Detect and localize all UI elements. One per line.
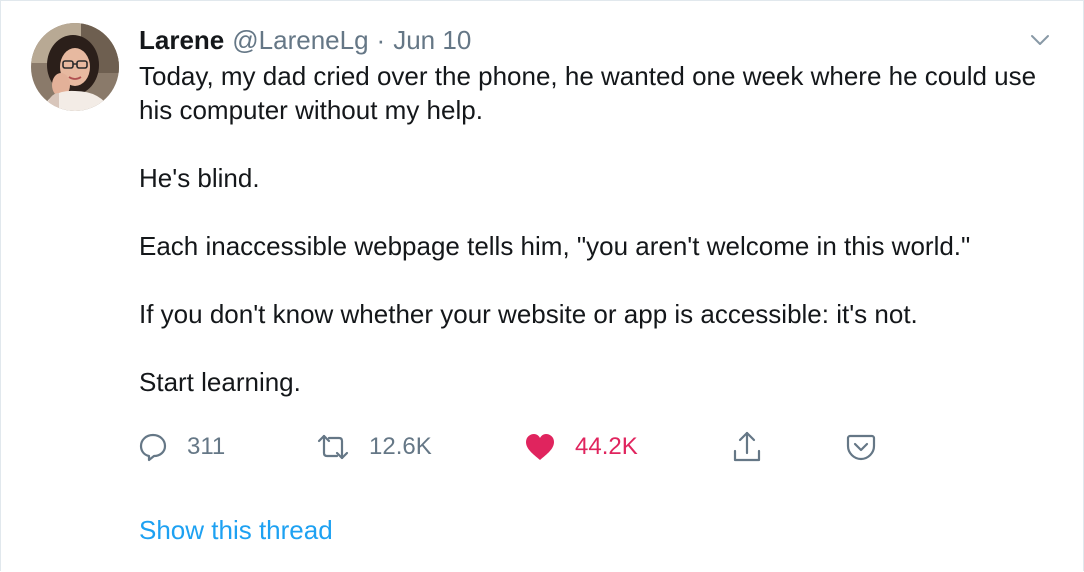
author-handle[interactable]: @LareneLg <box>232 25 368 56</box>
tweet-paragraph: He's blind. <box>139 163 260 193</box>
tweet-text: Today, my dad cried over the phone, he w… <box>139 59 1059 399</box>
avatar[interactable] <box>31 23 119 111</box>
save-to-pocket-button[interactable] <box>845 429 877 465</box>
separator-dot: · <box>376 24 386 55</box>
share-icon <box>733 431 761 462</box>
reply-icon <box>139 433 167 462</box>
chevron-down-icon <box>1031 35 1049 45</box>
heart-icon <box>526 434 554 460</box>
reply-button[interactable]: 311 <box>137 429 225 465</box>
retweet-icon <box>317 434 349 460</box>
more-options-caret[interactable] <box>1025 27 1055 53</box>
like-button[interactable]: 44.2K <box>523 429 638 465</box>
tweet-date[interactable]: Jun 10 <box>393 25 471 56</box>
share-button[interactable] <box>731 429 763 465</box>
tweet-header: Larene @LareneLg · Jun 10 <box>139 23 471 57</box>
tweet-paragraph: Each inaccessible webpage tells him, "yo… <box>139 231 971 261</box>
action-bar: 311 12.6K 44.2K <box>137 429 897 465</box>
show-thread-link[interactable]: Show this thread <box>139 515 333 546</box>
reply-count: 311 <box>187 433 226 460</box>
retweet-button[interactable]: 12.6K <box>315 429 432 465</box>
tweet-paragraph: Start learning. <box>139 367 301 397</box>
like-count: 44.2K <box>575 433 638 460</box>
tweet-card: Larene @LareneLg · Jun 10 Today, my dad … <box>0 0 1084 571</box>
retweet-count: 12.6K <box>369 433 432 460</box>
tweet-paragraph: Today, my dad cried over the phone, he w… <box>139 61 1037 125</box>
author-name[interactable]: Larene <box>139 25 224 56</box>
save-pocket-icon <box>846 434 876 461</box>
tweet-paragraph: If you don't know whether your website o… <box>139 299 918 329</box>
avatar-image <box>31 23 119 111</box>
